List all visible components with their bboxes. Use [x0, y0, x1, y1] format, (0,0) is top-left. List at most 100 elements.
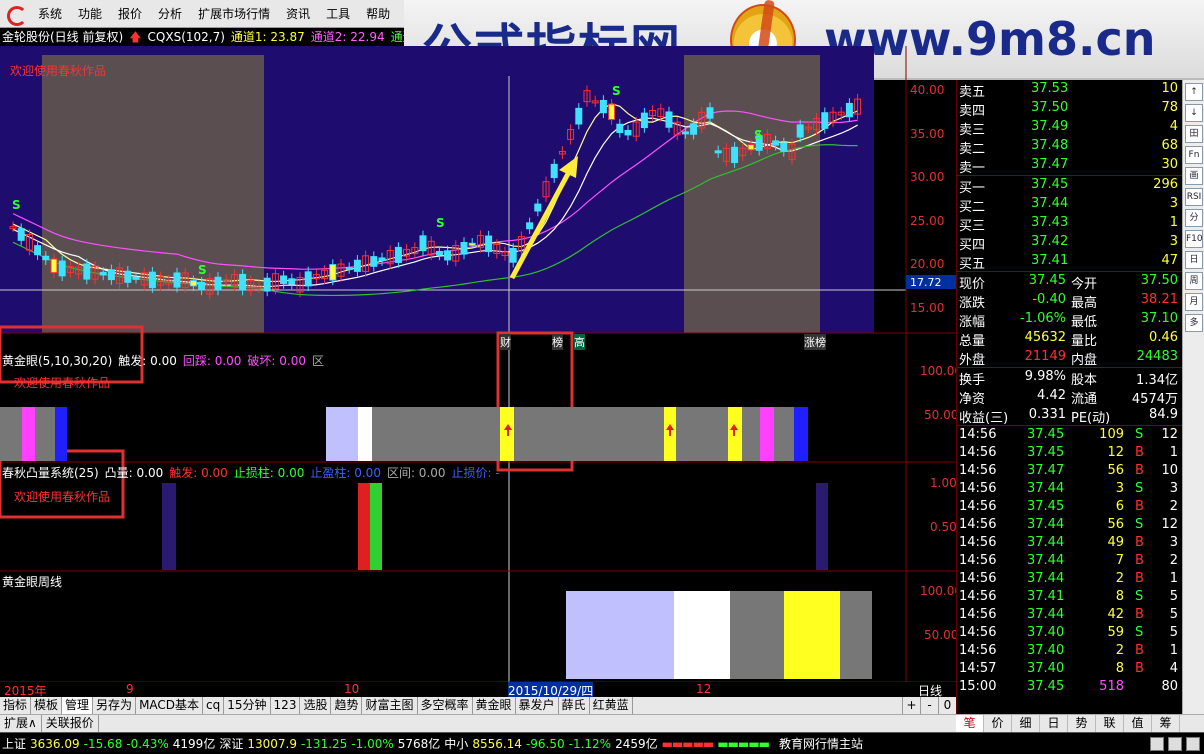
toolbar-button-9[interactable]: 周 [1185, 272, 1203, 290]
panel1-block [326, 407, 358, 461]
menu-system[interactable]: 系统 [30, 0, 70, 28]
quote-tab[interactable]: 日 [1040, 715, 1068, 732]
panel1-zone: 区 [312, 354, 325, 368]
market-strength-bars-red: ▬▬▬▬▬ [661, 736, 715, 751]
toolbar-button-2[interactable]: 田 [1185, 125, 1203, 143]
status-news-text[interactable]: 教育网行情主站 [779, 735, 863, 752]
menu-tools[interactable]: 工具 [318, 0, 358, 28]
quote-tab[interactable]: 联 [1096, 715, 1124, 732]
menu-analysis[interactable]: 分析 [150, 0, 190, 28]
quote-tab[interactable]: 细 [1012, 715, 1040, 732]
tick-price: 37.45 [1027, 679, 1065, 694]
indicator-tab[interactable]: cq [203, 697, 225, 714]
quote-tab[interactable]: 势 [1068, 715, 1096, 732]
bid-label: 买一 [959, 181, 986, 196]
indicator-tab[interactable]: MACD基本 [136, 697, 204, 714]
tail-button[interactable]: - [920, 697, 938, 714]
indicator-tab[interactable]: 指标 [0, 697, 32, 714]
panel1-block [774, 407, 794, 461]
stat-label: 总量 [959, 334, 986, 349]
menu-help[interactable]: 帮助 [358, 0, 398, 28]
indicator-tab[interactable]: 选股 [300, 697, 332, 714]
tick-volume: 8 [1115, 589, 1124, 604]
indicator-tab[interactable]: 财富主图 [362, 697, 418, 714]
kline-chart-area[interactable]: 欢迎使用春秋作品 17.72 40.00 35.00 30.00 25.00 2… [0, 46, 962, 699]
indicator-tab[interactable]: 黄金眼 [473, 697, 516, 714]
sh-index-chg: -15.68 [83, 736, 123, 751]
toolbar-button-3[interactable]: Fn [1185, 146, 1203, 164]
quote-tab[interactable]: 价 [984, 715, 1012, 732]
market-strength-bars-green: ▬▬▬▬▬ [717, 736, 770, 751]
extend-tab[interactable]: 关联报价 [42, 715, 99, 732]
tail-button[interactable]: + [902, 697, 920, 714]
toolbar-button-6[interactable]: 分 [1185, 209, 1203, 227]
time-label-12: 12 [696, 682, 712, 696]
tick-volume: 3 [1115, 481, 1124, 496]
indicator-tab[interactable]: 红黄蓝 [590, 697, 633, 714]
tick-volume: 2 [1115, 571, 1124, 586]
quote-tabs: 笔价细日势联值筹 [956, 714, 1204, 732]
zx-index-name: 中小 [444, 737, 469, 751]
tick-row: 14:56 37.47 56 B 10 [957, 462, 1182, 480]
tick-count: 1 [1169, 445, 1178, 460]
indicator-tab[interactable]: 趋势 [331, 697, 363, 714]
tick-price: 37.40 [1027, 661, 1065, 676]
stock-info-line: 金轮股份(日线 前复权) 🡅 CQXS(102,7) 通道1: 23.87 通道… [0, 28, 404, 46]
indicator-tab[interactable]: 模板 [31, 697, 63, 714]
tick-count: 5 [1169, 607, 1178, 622]
tray-icon-3[interactable] [1186, 736, 1200, 751]
toolbar-button-8[interactable]: 日 [1185, 251, 1203, 269]
stat-row: 涨幅 -1.06% 最低 37.10 [957, 310, 1182, 330]
tick-side: B [1135, 607, 1144, 622]
toolbar-button-11[interactable]: 多 [1185, 314, 1203, 332]
menu-quote[interactable]: 报价 [110, 0, 150, 28]
tick-count: 2 [1169, 499, 1178, 514]
extend-tab[interactable]: 扩展∧ [0, 715, 42, 732]
tick-count: 5 [1169, 625, 1178, 640]
tick-row: 14:56 37.44 42 B 5 [957, 606, 1182, 624]
sh-index-value: 3636.09 [30, 736, 80, 751]
toolbar-button-4[interactable]: 画 [1185, 167, 1203, 185]
tick-time: 14:57 [959, 661, 997, 676]
panel2-stop-price: 止损价: - [451, 466, 500, 480]
bid-price: 37.42 [1031, 234, 1069, 249]
panel3-title: 黄金眼周线 [2, 575, 63, 589]
menu-news[interactable]: 资讯 [278, 0, 318, 28]
tick-price: 37.47 [1027, 463, 1065, 478]
tick-price: 37.45 [1027, 445, 1065, 460]
toolbar-button-0[interactable]: ↑ [1185, 83, 1203, 101]
quote-tab[interactable]: 筹 [1152, 715, 1180, 732]
indicator-tab[interactable]: 薛氏 [559, 697, 590, 714]
panel1-block [55, 407, 67, 461]
panel1-title-line: 黄金眼(5,10,30,20) 触发: 0.00 回踩: 0.00 破坏: 0.… [2, 352, 324, 369]
menu-extended-market[interactable]: 扩展市场行情 [190, 0, 278, 28]
stat-label: 最低 [1071, 315, 1098, 330]
tray-icon-2[interactable] [1168, 736, 1182, 751]
tick-side: B [1135, 463, 1144, 478]
quote-tab[interactable]: 值 [1124, 715, 1152, 732]
bid-vol: 3 [1169, 196, 1178, 211]
zx-index-pct: -1.12% [568, 736, 612, 751]
bottom-tag-bang: 榜 [552, 334, 563, 350]
panel2-zone: 区间: 0.00 [386, 466, 446, 480]
indicator-tab[interactable]: 15分钟 [224, 697, 271, 714]
indicator-tab[interactable]: 多空概率 [418, 697, 473, 714]
tick-time: 14:56 [959, 517, 997, 532]
tray-icon-1[interactable] [1150, 736, 1164, 751]
ask-row: 卖三 37.49 4 [957, 118, 1182, 138]
toolbar-button-10[interactable]: 月 [1185, 293, 1203, 311]
tick-side: S [1135, 427, 1144, 442]
indicator-tab[interactable]: 暴发户 [516, 697, 559, 714]
quote-tab[interactable]: 笔 [956, 715, 984, 732]
indicator-tab[interactable]: 123 [271, 697, 301, 714]
toolbar-button-7[interactable]: F10 [1185, 230, 1203, 248]
toolbar-button-5[interactable]: RSI [1185, 188, 1203, 206]
channel2-value: 通道2: 22.94 [310, 30, 385, 44]
indicator-tab[interactable]: 管理 [62, 697, 94, 714]
indicator-tab[interactable]: 另存为 [93, 697, 137, 714]
panel3-bars [566, 591, 872, 679]
tick-row: 15:00 37.45 518 80 [957, 678, 1182, 696]
menu-function[interactable]: 功能 [70, 0, 110, 28]
tail-button[interactable]: 0 [938, 697, 956, 714]
toolbar-button-1[interactable]: ↓ [1185, 104, 1203, 122]
